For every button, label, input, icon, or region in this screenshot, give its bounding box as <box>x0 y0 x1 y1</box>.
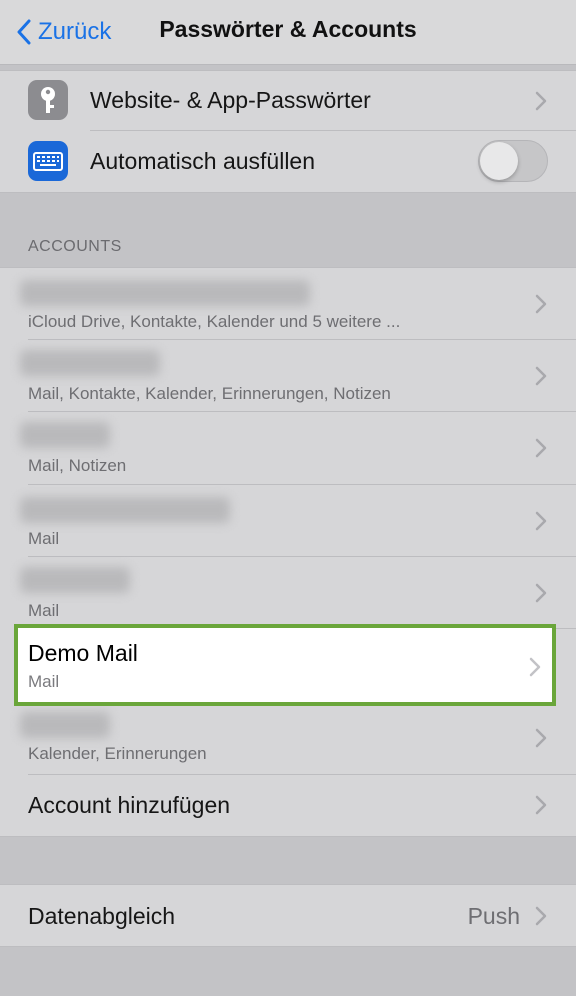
keyboard-icon <box>28 141 68 181</box>
website-app-passwords-row[interactable]: Website- & App-Passwörter <box>0 71 576 131</box>
blurred-account-name <box>20 350 160 376</box>
accounts-group: iCloud Drive, Kontakte, Kalender und 5 w… <box>0 267 576 837</box>
account-row-5[interactable]: Mail <box>0 557 576 629</box>
fetch-data-row[interactable]: Datenabgleich Push <box>0 885 576 946</box>
key-icon <box>28 80 68 120</box>
chevron-right-icon <box>535 583 547 603</box>
account-row-icloud[interactable]: iCloud Drive, Kontakte, Kalender und 5 w… <box>0 268 576 340</box>
account-row-7[interactable]: Kalender, Erinnerungen <box>0 702 576 775</box>
chevron-right-icon <box>535 728 547 748</box>
chevron-right-icon <box>535 511 547 531</box>
autofill-label: Automatisch ausfüllen <box>90 148 316 174</box>
add-account-row[interactable]: Account hinzufügen <box>0 775 576 836</box>
account-subtitle: Kalender, Erinnerungen <box>28 744 207 763</box>
chevron-right-icon <box>535 438 547 458</box>
chevron-right-icon <box>529 657 541 677</box>
chevron-right-icon <box>535 91 547 111</box>
autofill-row: Automatisch ausfüllen <box>0 131 576 192</box>
accounts-section-header: ACCOUNTS <box>28 238 122 255</box>
navigation-bar: Zurück Passwörter & Accounts <box>0 0 576 65</box>
account-subtitle: Mail, Notizen <box>28 456 127 475</box>
account-subtitle: Mail <box>28 601 60 620</box>
blurred-account-name <box>20 567 130 593</box>
fetch-data-label: Datenabgleich <box>28 903 176 929</box>
account-row-3[interactable]: Mail, Notizen <box>0 412 576 485</box>
chevron-right-icon <box>535 294 547 314</box>
account-row-4[interactable]: Mail <box>0 485 576 557</box>
fetch-data-value: Push <box>467 903 520 929</box>
page-title: Passwörter & Accounts <box>159 16 417 42</box>
website-app-passwords-label: Website- & App-Passwörter <box>90 87 371 113</box>
chevron-right-icon <box>535 795 547 815</box>
demo-mail-title: Demo Mail <box>28 640 138 666</box>
blurred-account-name <box>20 422 110 448</box>
chevron-right-icon <box>535 366 547 386</box>
passwords-group: Website- & App-Passwörter Automatisch au… <box>0 70 576 193</box>
toggle-knob <box>480 142 518 180</box>
account-subtitle: Mail <box>28 529 60 548</box>
chevron-right-icon <box>535 906 547 926</box>
demo-mail-subtitle: Mail <box>28 672 60 691</box>
autofill-toggle[interactable] <box>478 140 548 182</box>
account-row-demo-mail[interactable]: Demo Mail Mail <box>14 624 556 706</box>
add-account-label: Account hinzufügen <box>28 792 231 818</box>
blurred-account-name <box>20 497 230 523</box>
sync-group: Datenabgleich Push <box>0 884 576 947</box>
account-subtitle: iCloud Drive, Kontakte, Kalender und 5 w… <box>28 312 401 331</box>
blurred-account-name <box>20 280 310 306</box>
account-subtitle: Mail, Kontakte, Kalender, Erinnerungen, … <box>28 384 391 403</box>
account-row-2[interactable]: Mail, Kontakte, Kalender, Erinnerungen, … <box>0 340 576 412</box>
blurred-account-name <box>20 712 110 738</box>
